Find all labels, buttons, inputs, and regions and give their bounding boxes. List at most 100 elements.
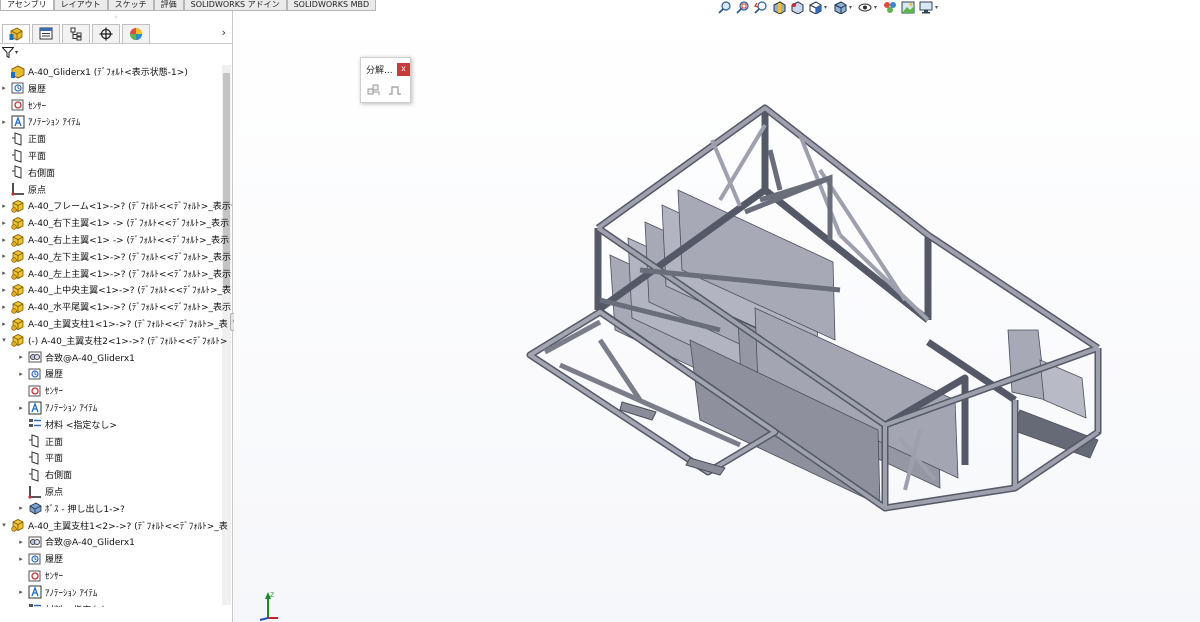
collapse-arrow-icon[interactable]: ▾ [0, 517, 8, 534]
tab-configurationmanager[interactable] [62, 23, 90, 43]
explode-step-icon[interactable] [367, 84, 381, 96]
tree-item[interactable]: ▾ (-) A-40_主翼支柱2<1>->? (ﾃﾞﾌｫﾙﾄ<<ﾃﾞﾌｫﾙﾄ> [0, 332, 227, 349]
tree-item[interactable]: 右側面 [0, 164, 55, 181]
tab-command-4[interactable]: SOLIDWORKS アドイン [183, 0, 287, 11]
expand-arrow-icon[interactable]: ▸ [0, 265, 8, 282]
tree-child-item[interactable]: 正面 [17, 433, 63, 450]
expand-arrow-icon[interactable]: ▸ [17, 500, 25, 517]
tab-command-1[interactable]: レイアウト [53, 0, 108, 11]
expand-arrow-icon[interactable]: ▸ [0, 248, 8, 265]
dropdown-arrow-icon[interactable]: ▾ [935, 4, 942, 11]
tree-child-item[interactable]: ▸ 合致@A-40_Gliderx1 [17, 349, 135, 366]
expand-arrow-icon[interactable]: ▸ [0, 231, 8, 248]
tab-command-3[interactable]: 評価 [153, 0, 184, 11]
expand-arrow-icon[interactable]: ▸ [0, 298, 8, 315]
tree-item[interactable]: ▾ A-40_主翼支柱1<2>->? (ﾃﾞﾌｫﾙﾄ<<ﾃﾞﾌｫﾙﾄ>_表 [0, 517, 228, 534]
tree-item[interactable]: 平面 [0, 147, 46, 164]
tree-child-item[interactable]: 原点 [17, 483, 63, 500]
tree-item-label: 履歴 [45, 555, 64, 566]
previous-view-button[interactable] [752, 0, 770, 14]
tree-child-item[interactable]: ▸ 合致@A-40_Gliderx1 [17, 533, 135, 550]
explode-line-sketch-icon[interactable] [388, 84, 402, 96]
tree-item[interactable]: ▸ ｱﾉﾃｰｼｮﾝ ｱｲﾃﾑ [0, 113, 80, 130]
dynamic-annotation-button[interactable] [788, 0, 806, 14]
tree-item[interactable]: A-40_Gliderx1 (ﾃﾞﾌｫﾙﾄ<表示状態-1>) [0, 63, 188, 80]
expand-arrow-icon[interactable]: ▸ [0, 281, 8, 298]
hide-show-button[interactable] [856, 0, 874, 14]
tree-item[interactable]: ▸ 履歴 [0, 80, 46, 97]
tab-featuremanager[interactable] [2, 23, 30, 43]
expand-arrow-icon[interactable]: ▸ [17, 399, 25, 416]
tree-child-item[interactable]: ｾﾝｻｰ [17, 567, 63, 584]
tree-child-item[interactable]: ▸ 履歴 [17, 550, 63, 567]
tab-command-0[interactable]: アセンブリ [0, 0, 54, 11]
tree-item-label: ｱﾉﾃｰｼｮﾝ ｱｲﾃﾑ [28, 118, 81, 129]
tree-item[interactable]: ｾﾝｻｰ [0, 97, 46, 114]
previous-view-icon [754, 0, 767, 14]
edit-appearance-icon [884, 1, 896, 13]
tree-item[interactable]: 正面 [0, 130, 46, 147]
view-settings-icon [919, 1, 933, 13]
tab-propertymanager[interactable] [32, 23, 60, 43]
expand-arrow-icon[interactable]: ▸ [0, 80, 8, 97]
plane-icon [11, 148, 25, 163]
zoom-to-fit-button[interactable] [716, 0, 734, 14]
tree-item-label: ｾﾝｻｰ [45, 572, 64, 582]
tree-filter[interactable]: ▾ [0, 44, 232, 61]
collapse-arrow-icon[interactable]: ▾ [0, 332, 8, 349]
tree-item[interactable]: ▸ A-40_水平尾翼<1>->? (ﾃﾞﾌｫﾙﾄ<<ﾃﾞﾌｫﾙﾄ>_表示 [0, 298, 231, 315]
dropdown-arrow-icon[interactable]: ▾ [874, 4, 881, 11]
display-style-button[interactable] [831, 0, 849, 14]
tree-child-item[interactable]: ▸ 履歴 [17, 365, 63, 382]
tab-dimxpert[interactable] [92, 23, 120, 43]
expand-arrow-icon[interactable]: ▸ [17, 365, 25, 382]
tree-item[interactable]: ▸ A-40_右下主翼<1> -> (ﾃﾞﾌｫﾙﾄ<<ﾃﾞﾌｫﾙﾄ>_表示 [0, 214, 229, 231]
tree-item[interactable]: 原点 [0, 181, 46, 198]
tree-item[interactable]: ▸ A-40_上中央主翼<1>->? (ﾃﾞﾌｫﾙﾄ<<ﾃﾞﾌｫﾙﾄ>_表 [0, 281, 231, 298]
edit-appearance-button[interactable] [881, 0, 899, 14]
pane-grip-handle[interactable]: ◦ [0, 11, 232, 23]
section-view-button[interactable] [770, 0, 788, 14]
tree-item-label: 材料 <指定なし> [45, 420, 117, 431]
zoom-area-button[interactable] [734, 0, 752, 14]
tree-child-item[interactable]: 平面 [17, 449, 63, 466]
tree-item[interactable]: ▸ A-40_主翼支柱1<1>->? (ﾃﾞﾌｫﾙﾄ<<ﾃﾞﾌｫﾙﾄ>_表 [0, 315, 228, 332]
tree-child-item[interactable]: 右側面 [17, 466, 72, 483]
tree-child-item[interactable]: ▸ ｱﾉﾃｰｼｮﾝ ｱｲﾃﾑ [17, 399, 97, 416]
tree-child-item[interactable]: 材料 <指定なし> [17, 601, 117, 607]
expand-arrow-icon[interactable]: ▸ [17, 349, 25, 366]
expand-arrow-icon[interactable]: ▸ [0, 197, 8, 214]
apply-scene-button[interactable] [899, 0, 917, 14]
chevron-right-icon[interactable]: › [222, 26, 226, 39]
tree-item[interactable]: ▸ A-40_フレーム<1>->? (ﾃﾞﾌｫﾙﾄ<<ﾃﾞﾌｫﾙﾄ>_表示セ [0, 197, 232, 214]
tree-child-item[interactable]: ▸ ﾎﾞｽ - 押し出し1->? [17, 500, 125, 517]
expand-arrow-icon[interactable]: ▸ [0, 315, 8, 332]
expand-arrow-icon[interactable]: ▸ [17, 584, 25, 601]
expand-arrow-icon[interactable]: ▸ [0, 214, 8, 231]
annotation-icon [28, 585, 42, 599]
expand-arrow-icon[interactable]: ▸ [17, 550, 25, 567]
tree-child-item[interactable]: ｾﾝｻｰ [17, 382, 63, 399]
tab-command-2[interactable]: スケッチ [107, 0, 154, 11]
tree-child-item[interactable]: 材料 <指定なし> [17, 416, 117, 433]
dropdown-arrow-icon[interactable]: ▾ [824, 4, 831, 11]
tree-item-label: A-40_水平尾翼<1>->? (ﾃﾞﾌｫﾙﾄ<<ﾃﾞﾌｫﾙﾄ>_表示 [28, 303, 232, 314]
tree-item[interactable]: ▸ A-40_左下主翼<1>->? (ﾃﾞﾌｫﾙﾄ<<ﾃﾞﾌｫﾙﾄ>_表示 [0, 248, 231, 265]
expand-arrow-icon[interactable]: ▸ [17, 533, 25, 550]
expand-arrow-icon[interactable]: ▸ [0, 113, 8, 130]
tree-item-label: 原点 [28, 185, 47, 196]
view-settings-button[interactable] [917, 0, 935, 14]
tree-item-label: 平面 [45, 454, 64, 465]
close-button[interactable]: x [397, 63, 410, 76]
tree-item[interactable]: ▸ A-40_左上主翼<1>->? (ﾃﾞﾌｫﾙﾄ<<ﾃﾞﾌｫﾙﾄ>_表示 [0, 265, 231, 282]
tree-item[interactable]: ▸ A-40_右上主翼<1> -> (ﾃﾞﾌｫﾙﾄ<<ﾃﾞﾌｫﾙﾄ>_表示 [0, 231, 229, 248]
dropdown-arrow-icon[interactable]: ▾ [849, 4, 856, 11]
tree-item-label: ｱﾉﾃｰｼｮﾝ ｱｲﾃﾑ [45, 404, 98, 414]
annotation-icon [11, 115, 25, 129]
view-orientation-button[interactable] [806, 0, 824, 14]
tab-display-manager[interactable] [122, 23, 150, 43]
tree-child-item[interactable]: ▸ ｱﾉﾃｰｼｮﾝ ｱｲﾃﾑ [17, 584, 97, 601]
section-view-icon [773, 0, 786, 14]
tree-item-label: A-40_左上主翼<1>->? (ﾃﾞﾌｫﾙﾄ<<ﾃﾞﾌｫﾙﾄ>_表示 [28, 269, 232, 280]
tab-command-5[interactable]: SOLIDWORKS MBD [286, 0, 377, 11]
